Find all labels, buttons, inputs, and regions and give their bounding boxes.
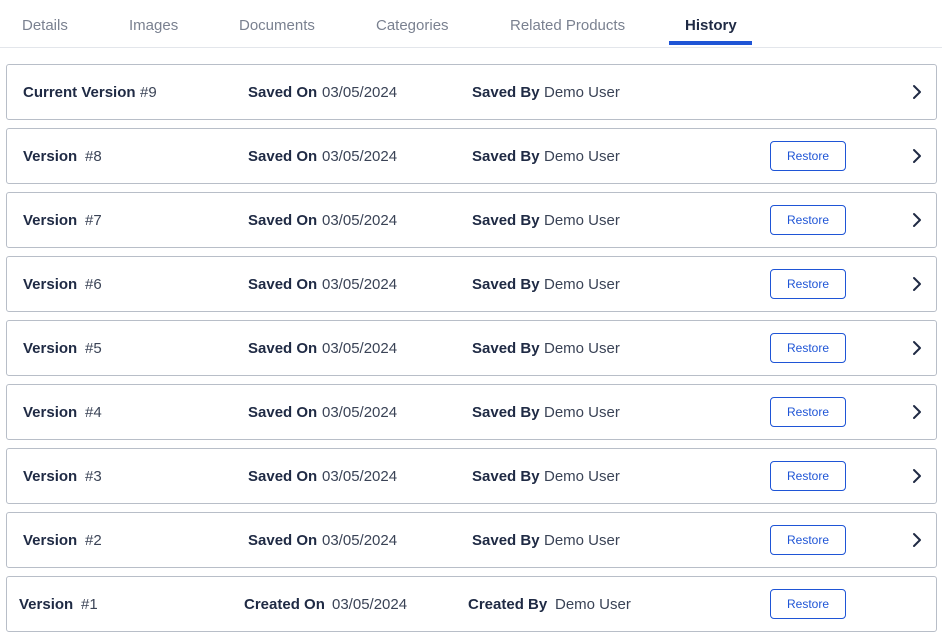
date-label: Saved On (248, 468, 318, 485)
tab-related-products[interactable]: Related Products (510, 17, 625, 34)
chevron-right-icon[interactable] (909, 146, 925, 166)
version-row[interactable]: Version #1 Created On 03/05/2024 Created… (6, 576, 937, 632)
date-value: 03/05/2024 (332, 596, 408, 613)
chevron-right-icon[interactable] (909, 466, 925, 486)
date-value: 03/05/2024 (322, 340, 398, 357)
user-value: Demo User (544, 276, 620, 293)
user-label: Saved By (472, 404, 540, 421)
version-number: #9 (140, 84, 157, 101)
version-row[interactable]: Version #3 Saved On 03/05/2024 Saved By … (6, 448, 937, 504)
version-row[interactable]: Version #7 Saved On 03/05/2024 Saved By … (6, 192, 937, 248)
date-label: Saved On (248, 276, 318, 293)
restore-button[interactable]: Restore (770, 461, 846, 491)
restore-button[interactable]: Restore (770, 205, 846, 235)
restore-button[interactable]: Restore (770, 589, 846, 619)
version-row[interactable]: Version #4 Saved On 03/05/2024 Saved By … (6, 384, 937, 440)
user-label: Saved By (472, 84, 540, 101)
version-label: Version (23, 468, 78, 485)
date-label: Saved On (248, 404, 318, 421)
version-row[interactable]: Version #2 Saved On 03/05/2024 Saved By … (6, 512, 937, 568)
tab-history[interactable]: History (685, 17, 737, 34)
restore-button[interactable]: Restore (770, 525, 846, 555)
user-value: Demo User (555, 596, 631, 613)
date-value: 03/05/2024 (322, 148, 398, 165)
user-value: Demo User (544, 532, 620, 549)
restore-button[interactable]: Restore (770, 397, 846, 427)
version-row[interactable]: Version #5 Saved On 03/05/2024 Saved By … (6, 320, 937, 376)
version-label: Version (23, 276, 78, 293)
date-label: Saved On (248, 84, 318, 101)
restore-button[interactable]: Restore (770, 333, 846, 363)
date-value: 03/05/2024 (322, 532, 398, 549)
user-label: Created By (468, 596, 548, 613)
restore-button[interactable]: Restore (770, 269, 846, 299)
chevron-right-icon[interactable] (909, 530, 925, 550)
user-value: Demo User (544, 468, 620, 485)
chevron-right-icon[interactable] (909, 82, 925, 102)
user-value: Demo User (544, 148, 620, 165)
user-label: Saved By (472, 148, 540, 165)
version-label: Version (23, 532, 78, 549)
version-history-list: Current Version #9 Saved On 03/05/2024 S… (6, 64, 937, 640)
tab-categories[interactable]: Categories (376, 17, 449, 34)
date-value: 03/05/2024 (322, 468, 398, 485)
tab-bar: Details Images Documents Categories Rela… (0, 0, 942, 48)
user-label: Saved By (472, 340, 540, 357)
date-label: Saved On (248, 148, 318, 165)
user-value: Demo User (544, 84, 620, 101)
date-label: Saved On (248, 212, 318, 229)
version-label: Version (23, 340, 78, 357)
restore-button[interactable]: Restore (770, 141, 846, 171)
user-label: Saved By (472, 532, 540, 549)
user-value: Demo User (544, 212, 620, 229)
version-number: #4 (85, 404, 102, 421)
tab-images[interactable]: Images (129, 17, 178, 34)
date-value: 03/05/2024 (322, 276, 398, 293)
version-number: #3 (85, 468, 102, 485)
version-label: Version (19, 596, 74, 613)
version-number: #7 (85, 212, 102, 229)
user-value: Demo User (544, 340, 620, 357)
date-label: Saved On (248, 532, 318, 549)
version-number: #1 (81, 596, 98, 613)
version-number: #2 (85, 532, 102, 549)
user-value: Demo User (544, 404, 620, 421)
version-row[interactable]: Version #6 Saved On 03/05/2024 Saved By … (6, 256, 937, 312)
user-label: Saved By (472, 276, 540, 293)
version-number: #8 (85, 148, 102, 165)
date-label: Saved On (248, 340, 318, 357)
chevron-right-icon[interactable] (909, 210, 925, 230)
version-row[interactable]: Current Version #9 Saved On 03/05/2024 S… (6, 64, 937, 120)
chevron-right-icon[interactable] (909, 402, 925, 422)
version-label: Version (23, 148, 78, 165)
version-label: Version (23, 212, 78, 229)
version-label: Version (23, 404, 78, 421)
user-label: Saved By (472, 212, 540, 229)
chevron-right-icon[interactable] (909, 274, 925, 294)
date-value: 03/05/2024 (322, 404, 398, 421)
chevron-right-icon[interactable] (909, 338, 925, 358)
user-label: Saved By (472, 468, 540, 485)
version-number: #6 (85, 276, 102, 293)
tab-details[interactable]: Details (22, 17, 68, 34)
version-label: Current Version (23, 84, 136, 101)
date-label: Created On (244, 596, 325, 613)
version-number: #5 (85, 340, 102, 357)
date-value: 03/05/2024 (322, 212, 398, 229)
date-value: 03/05/2024 (322, 84, 398, 101)
version-row[interactable]: Version #8 Saved On 03/05/2024 Saved By … (6, 128, 937, 184)
active-tab-indicator (669, 41, 752, 45)
tab-documents[interactable]: Documents (239, 17, 315, 34)
